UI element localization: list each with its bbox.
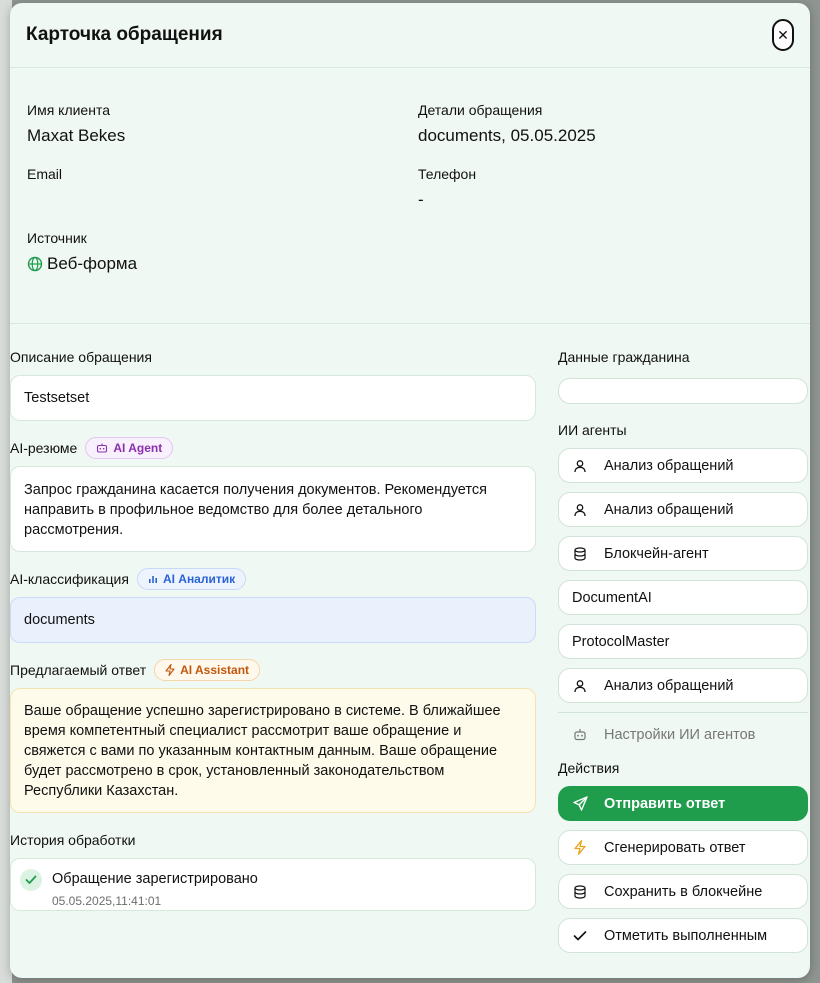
agent-item-analysis-1[interactable]: Анализ обращений — [558, 448, 808, 483]
robot-icon — [572, 727, 588, 743]
ai-summary-label-text: AI-резюме — [10, 440, 78, 456]
user-icon — [572, 678, 588, 694]
agents-divider — [558, 712, 808, 713]
history-box: Обращение зарегистрировано 05.05.2025,11… — [10, 858, 536, 911]
agent-label: DocumentAI — [572, 589, 652, 606]
history-label-text: История обработки — [10, 832, 136, 848]
generate-answer-button[interactable]: Сгенерировать ответ — [558, 830, 808, 865]
agents-settings-button[interactable]: Настройки ИИ агентов — [558, 717, 808, 752]
ai-classification-text: documents — [24, 612, 95, 628]
right-column: Данные гражданина ИИ агенты Анализ обращ… — [558, 347, 810, 962]
check-icon — [572, 928, 588, 944]
description-label: Описание обращения — [10, 347, 536, 367]
agents-label-text: ИИ агенты — [558, 422, 627, 438]
request-card-modal: Карточка обращения ✕ Имя клиента Maxat B… — [10, 3, 810, 978]
history-item-title: Обращение зарегистрировано — [52, 871, 258, 887]
history-item: Обращение зарегистрировано 05.05.2025,11… — [20, 869, 526, 911]
agent-label: ProtocolMaster — [572, 633, 670, 650]
suggested-answer-label-text: Предлагаемый ответ — [10, 662, 147, 678]
actions-list: Отправить ответ Сгенерировать ответ Сохр… — [558, 786, 810, 953]
description-label-text: Описание обращения — [10, 349, 152, 365]
send-answer-label: Отправить ответ — [604, 795, 726, 812]
modal-title: Карточка обращения — [26, 24, 223, 45]
citizen-data-field — [558, 378, 808, 404]
description-box: Testsetset — [10, 375, 536, 421]
description-text: Testsetset — [24, 390, 90, 406]
database-icon — [572, 546, 588, 562]
source-label: Источник — [27, 230, 87, 246]
send-answer-button[interactable]: Отправить ответ — [558, 786, 808, 821]
source-field: Источник Веб-форма — [27, 230, 137, 274]
lightning-icon — [572, 840, 588, 856]
client-name-label: Имя клиента — [27, 102, 110, 118]
suggested-answer-text: Ваше обращение успешно зарегистрировано … — [24, 703, 501, 799]
user-icon — [572, 502, 588, 518]
ai-classification-label: AI-классификация AI Аналитик — [10, 568, 536, 590]
ai-analyst-badge-text: AI Аналитик — [162, 572, 236, 586]
agent-item-blockchain[interactable]: Блокчейн-агент — [558, 536, 808, 571]
email-label: Email — [27, 166, 63, 182]
modal-header: Карточка обращения ✕ — [10, 3, 810, 68]
ai-summary-box: Запрос гражданина касается получения док… — [10, 466, 536, 552]
bar-chart-icon — [148, 576, 157, 583]
email-field: Email — [27, 166, 62, 190]
ai-assistant-badge-text: AI Assistant — [180, 663, 250, 677]
details-field: Детали обращения documents, 05.05.2025 — [418, 102, 596, 146]
agent-label: Блокчейн-агент — [604, 545, 709, 562]
phone-label: Телефон — [418, 166, 477, 182]
agent-item-documentai[interactable]: DocumentAI — [558, 580, 808, 615]
close-icon: ✕ — [777, 27, 789, 43]
phone-field: Телефон - — [418, 166, 476, 210]
citizen-label: Данные гражданина — [558, 347, 810, 367]
ai-agent-badge-text: AI Agent — [113, 441, 163, 455]
suggested-answer-label: Предлагаемый ответ AI Assistant — [10, 659, 536, 681]
save-blockchain-button[interactable]: Сохранить в блокчейне — [558, 874, 808, 909]
lightning-icon — [165, 664, 175, 676]
agents-label: ИИ агенты — [558, 420, 810, 440]
client-info-section: Имя клиента Maxat Bekes Детали обращения… — [10, 68, 810, 324]
save-blockchain-label: Сохранить в блокчейне — [604, 883, 763, 900]
citizen-label-text: Данные гражданина — [558, 349, 690, 365]
agent-label: Анализ обращений — [604, 501, 734, 518]
user-icon — [572, 458, 588, 474]
history-label: История обработки — [10, 830, 536, 850]
agents-list: Анализ обращений Анализ обращений Блокче… — [558, 448, 810, 703]
agents-settings-label: Настройки ИИ агентов — [604, 726, 756, 743]
actions-label: Действия — [558, 758, 810, 778]
phone-value: - — [418, 190, 424, 209]
agent-item-analysis-3[interactable]: Анализ обращений — [558, 668, 808, 703]
ai-analyst-badge: AI Аналитик — [136, 568, 247, 590]
ai-classification-label-text: AI-классификация — [10, 571, 129, 587]
globe-icon — [27, 256, 43, 272]
details-label: Детали обращения — [418, 102, 543, 118]
agent-item-protocolmaster[interactable]: ProtocolMaster — [558, 624, 808, 659]
generate-answer-label: Сгенерировать ответ — [604, 839, 746, 856]
source-value: Веб-форма — [47, 254, 138, 273]
source-value-row: Веб-форма — [27, 254, 137, 274]
suggested-answer-box[interactable]: Ваше обращение успешно зарегистрировано … — [10, 688, 536, 813]
database-icon — [572, 884, 588, 900]
send-icon — [572, 796, 588, 812]
close-button[interactable]: ✕ — [772, 19, 794, 51]
agent-label: Анализ обращений — [604, 457, 734, 474]
details-value: documents, 05.05.2025 — [418, 126, 596, 145]
ai-agent-badge: AI Agent — [85, 437, 174, 459]
mark-done-label: Отметить выполненным — [604, 927, 768, 944]
ai-assistant-badge: AI Assistant — [154, 659, 261, 681]
robot-icon — [97, 443, 108, 453]
ai-summary-text: Запрос гражданина касается получения док… — [24, 482, 487, 538]
mark-done-button[interactable]: Отметить выполненным — [558, 918, 808, 953]
history-item-time: 05.05.2025,11:41:01 — [52, 894, 162, 908]
ai-classification-box: documents — [10, 597, 536, 643]
client-name-value: Maxat Bekes — [27, 126, 126, 145]
ai-summary-label: AI-резюме AI Agent — [10, 437, 536, 459]
actions-label-text: Действия — [558, 760, 620, 776]
client-name-field: Имя клиента Maxat Bekes — [27, 102, 125, 146]
agent-item-analysis-2[interactable]: Анализ обращений — [558, 492, 808, 527]
check-icon — [20, 869, 42, 891]
left-column: Описание обращения Testsetset AI-резюме … — [10, 347, 536, 911]
agent-label: Анализ обращений — [604, 677, 734, 694]
